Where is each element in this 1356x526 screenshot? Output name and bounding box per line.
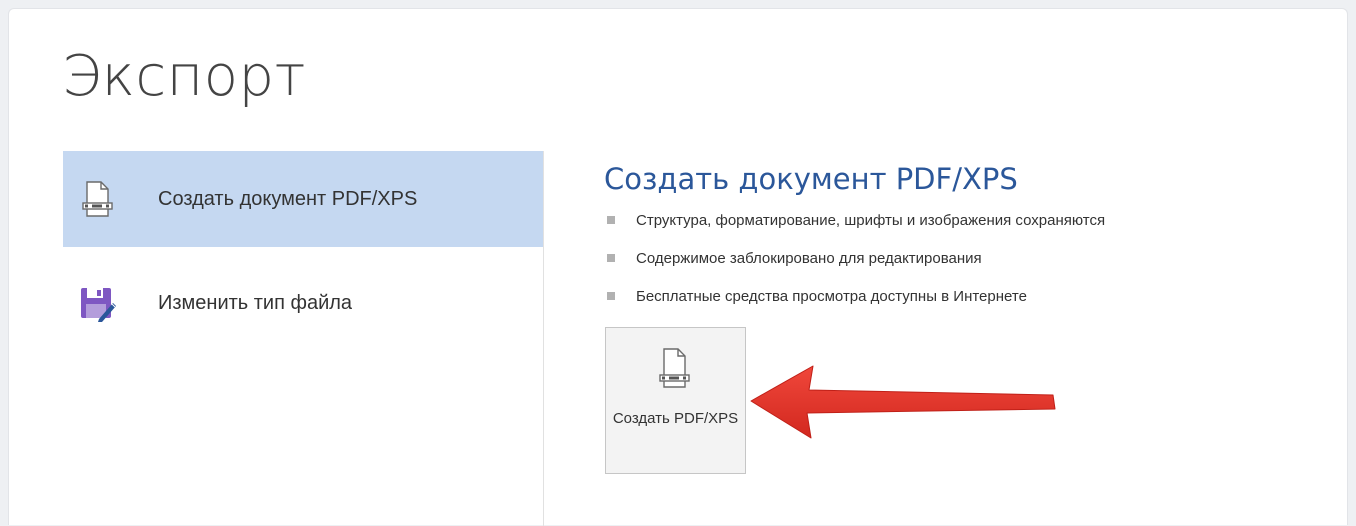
detail-title: Создать документ PDF/XPS (604, 162, 1018, 196)
create-pdf-xps-button[interactable]: Создать PDF/XPS (605, 327, 746, 474)
option-create-pdf-xps-label: Создать документ PDF/XPS (158, 187, 418, 210)
bullet-square-icon (607, 292, 615, 300)
red-arrow-icon (750, 365, 1056, 439)
bullet-square-icon (607, 254, 615, 262)
list-item: Содержимое заблокировано для редактирова… (607, 249, 1105, 287)
feature-list: Структура, форматирование, шрифты и изоб… (607, 211, 1105, 325)
create-pdf-xps-button-label: Создать PDF/XPS (612, 410, 739, 427)
list-item: Бесплатные средства просмотра доступны в… (607, 287, 1105, 325)
page-title: Экспорт (62, 44, 306, 109)
export-options-list: Создать документ PDF/XPS Изменить тип фа… (63, 151, 544, 526)
bullet-square-icon (607, 216, 615, 224)
option-change-file-type-label: Изменить тип файла (158, 291, 353, 314)
pdf-document-icon (654, 346, 694, 394)
save-as-edit-icon (77, 283, 117, 323)
export-panel: Экспорт Создать документ PDF/XPS Изменит… (8, 8, 1348, 526)
option-change-file-type[interactable]: Изменить тип файла (63, 247, 543, 359)
pdf-document-icon (77, 179, 117, 219)
list-item: Структура, форматирование, шрифты и изоб… (607, 211, 1105, 249)
option-create-pdf-xps[interactable]: Создать документ PDF/XPS (63, 151, 543, 247)
